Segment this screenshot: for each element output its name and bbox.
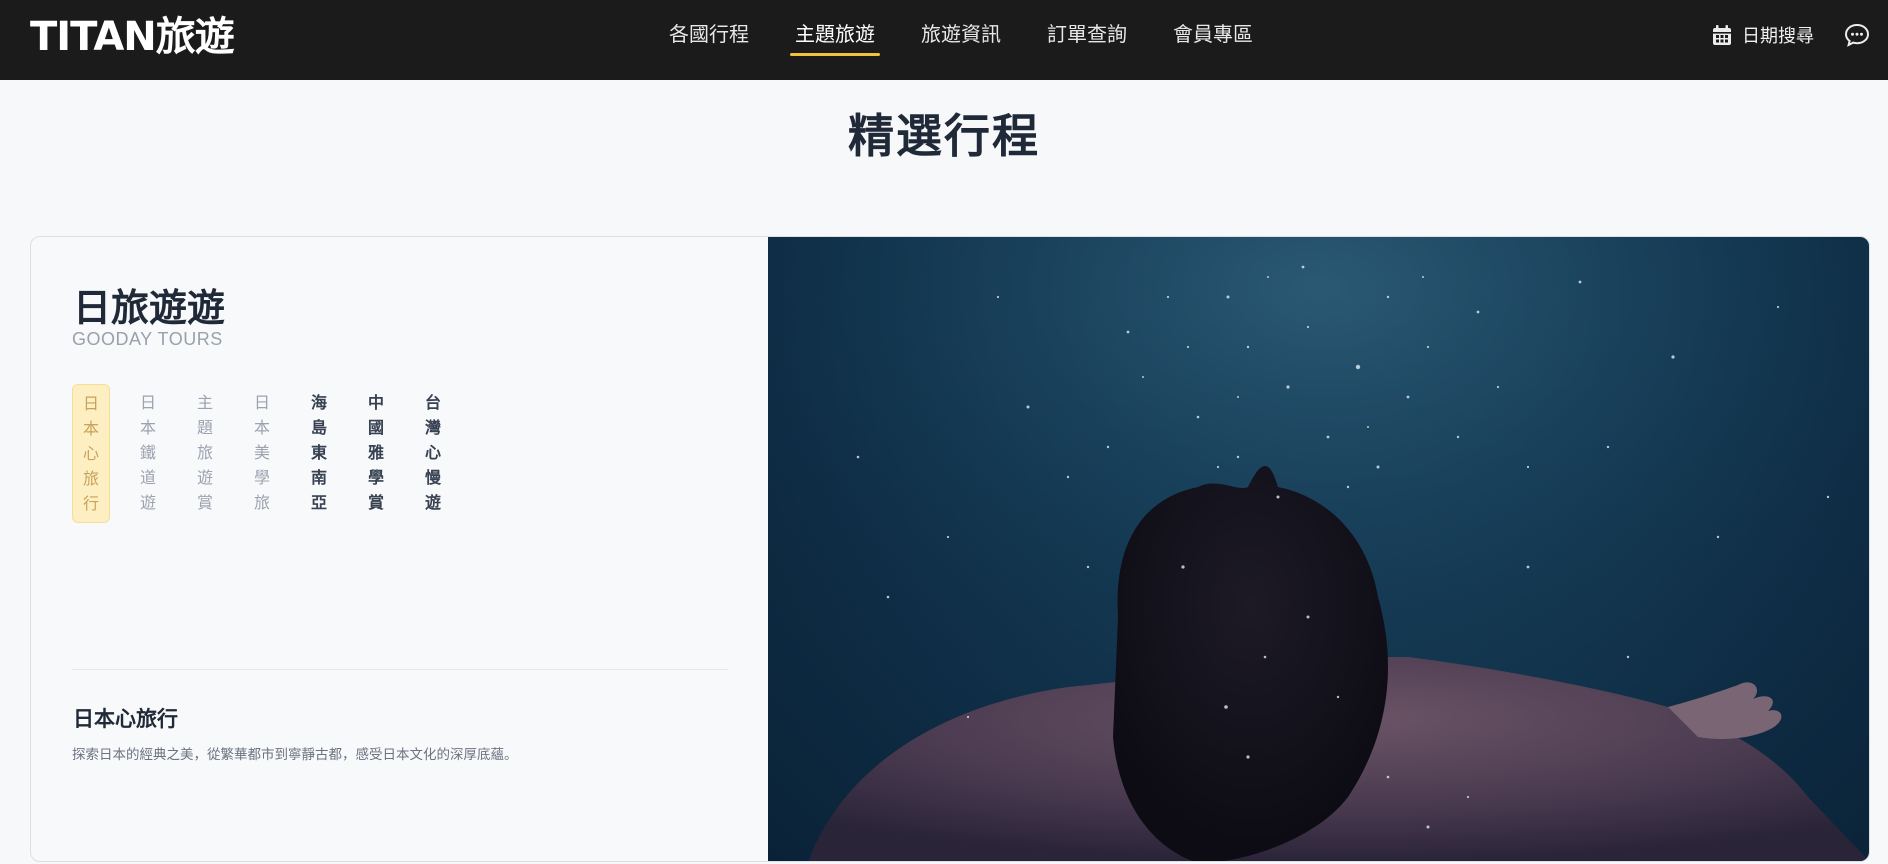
tag-char: 遊	[196, 468, 213, 487]
tag-char: 美	[253, 443, 270, 462]
tag-char: 鐵	[139, 443, 156, 462]
tour-hero-image	[768, 237, 1869, 861]
section-title: 精選行程	[848, 109, 1040, 163]
tag-char: 台	[424, 393, 441, 412]
tag-japan-railway[interactable]: 日本鐵道遊	[129, 384, 167, 523]
tag-char: 題	[196, 418, 213, 437]
tag-char: 中	[367, 393, 384, 412]
tag-char: 遊	[424, 493, 441, 512]
tag-char: 道	[139, 468, 156, 487]
tag-char: 日	[253, 393, 270, 412]
tag-char: 亞	[310, 493, 327, 512]
date-search-button[interactable]: 日期搜尋	[1712, 22, 1814, 48]
tag-theme-tours[interactable]: 主題旅遊賞	[186, 384, 224, 523]
tag-char: 旅	[196, 443, 213, 462]
nav-item-travel-info[interactable]: 旅遊資訊	[916, 0, 1006, 80]
tag-char: 旅	[253, 493, 270, 512]
tag-char: 雅	[367, 443, 384, 462]
tag-japan-heart-journey[interactable]: 日本心旅行	[72, 384, 110, 523]
tag-char: 心	[82, 444, 99, 463]
nav-item-member-area[interactable]: 會員專區	[1168, 0, 1258, 80]
chat-icon[interactable]	[1844, 22, 1870, 52]
tag-char: 南	[310, 468, 327, 487]
tag-taiwan-slow-travel[interactable]: 台灣心慢遊	[414, 384, 452, 523]
tag-char: 賞	[196, 493, 213, 512]
card-title: 日旅遊遊	[73, 286, 226, 330]
tag-char: 本	[82, 419, 99, 438]
tag-china-elegance[interactable]: 中國雅學賞	[357, 384, 395, 523]
tag-char: 旅	[82, 469, 99, 488]
date-search-label: 日期搜尋	[1742, 26, 1814, 47]
feature-description: 探索日本的經典之美，從繁華都市到寧靜古都，感受日本文化的深厚底蘊。	[72, 747, 518, 763]
tag-char: 海	[310, 393, 327, 412]
tag-char: 學	[253, 468, 270, 487]
tag-char: 賞	[367, 493, 384, 512]
tag-char: 島	[310, 418, 327, 437]
theme-tag-list: 日本心旅行 日本鐵道遊 主題旅遊賞 日本美學旅 海島東南亞 中國雅學賞 台灣心慢…	[72, 384, 471, 523]
tag-char: 行	[82, 494, 99, 513]
calendar-icon	[1713, 25, 1731, 45]
feature-title: 日本心旅行	[73, 707, 178, 731]
tag-char: 學	[367, 468, 384, 487]
tag-char: 國	[367, 418, 384, 437]
tag-char: 心	[424, 443, 441, 462]
tag-char: 日	[139, 393, 156, 412]
tag-char: 主	[196, 393, 213, 412]
underwater-swimmer-illustration	[768, 237, 1869, 861]
tag-char: 本	[253, 418, 270, 437]
tag-char: 灣	[424, 418, 441, 437]
divider	[72, 669, 728, 670]
brand-logo[interactable]: TITAN旅遊	[30, 12, 235, 62]
card-info-panel: 日旅遊遊 GOODAY TOURS 日本心旅行 日本鐵道遊 主題旅遊賞 日本美學…	[31, 237, 768, 861]
nav-item-theme-tours[interactable]: 主題旅遊	[790, 0, 880, 80]
tag-southeast-asia-islands[interactable]: 海島東南亞	[300, 384, 338, 523]
tag-japan-aesthetics[interactable]: 日本美學旅	[243, 384, 281, 523]
main-nav: 各國行程 主題旅遊 旅遊資訊 訂單查詢 會員專區	[664, 0, 1294, 80]
tag-char: 東	[310, 443, 327, 462]
featured-tour-card: 日旅遊遊 GOODAY TOURS 日本心旅行 日本鐵道遊 主題旅遊賞 日本美學…	[30, 236, 1870, 862]
top-navbar: TITAN旅遊 各國行程 主題旅遊 旅遊資訊 訂單查詢 會員專區 日期搜尋	[0, 0, 1888, 80]
nav-item-order-lookup[interactable]: 訂單查詢	[1042, 0, 1132, 80]
card-subtitle: GOODAY TOURS	[72, 329, 223, 349]
tag-char: 慢	[424, 468, 441, 487]
tag-char: 日	[82, 394, 99, 413]
tag-char: 遊	[139, 493, 156, 512]
tag-char: 本	[139, 418, 156, 437]
nav-item-countries[interactable]: 各國行程	[664, 0, 754, 80]
